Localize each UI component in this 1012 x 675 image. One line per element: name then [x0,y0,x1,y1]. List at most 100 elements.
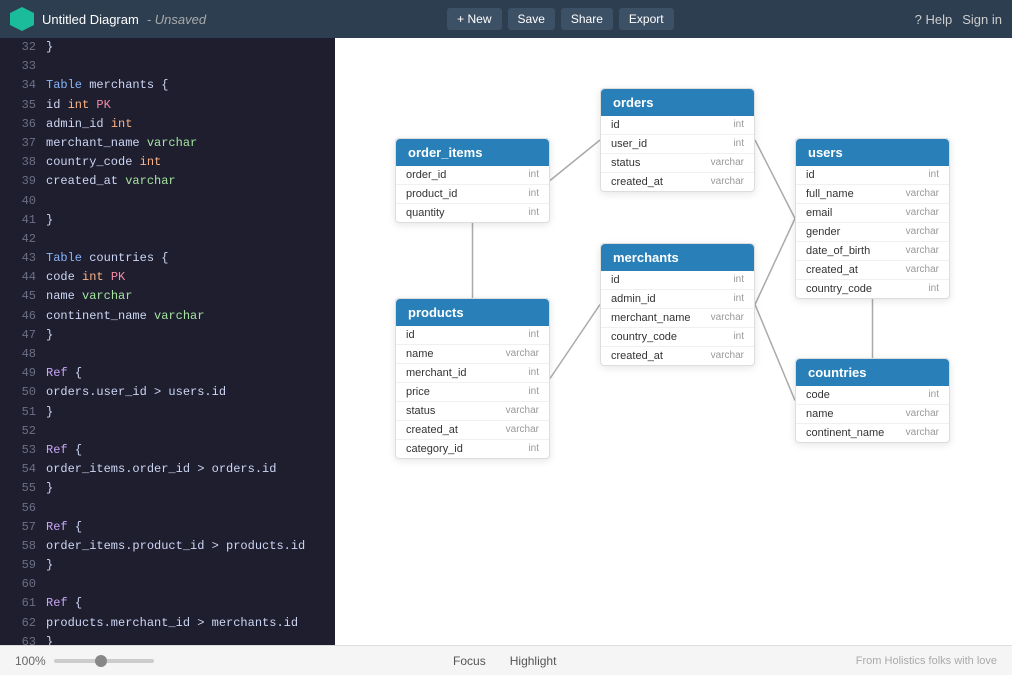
topbar: Untitled Diagram - Unsaved + New Save Sh… [0,0,1012,38]
table-row: continent_name varchar [796,424,949,442]
help-link[interactable]: ? Help [915,12,953,27]
table-header-order_items: order_items [396,139,549,166]
table-orders[interactable]: ordersidintuser_idintstatusvarcharcreate… [600,88,755,192]
share-button[interactable]: Share [561,8,613,30]
field-type: varchar [711,176,744,188]
code-line: 36 admin_id int [0,115,335,134]
table-row: order_idint [396,166,549,185]
table-header-countries: countries [796,359,949,386]
line-number: 52 [8,422,36,441]
table-users[interactable]: usersidintfull_namevarcharemailvarcharge… [795,138,950,299]
line-number: 58 [8,537,36,556]
table-row: statusvarchar [601,154,754,173]
line-number: 61 [8,594,36,613]
code-line: 41} [0,211,335,230]
topbar-actions: + New Save Share Export [214,8,907,30]
line-content: order_items.order_id > orders.id [46,460,276,479]
main-content: 32}3334Table merchants {35 id int PK36 a… [0,38,1012,645]
line-number: 39 [8,172,36,191]
table-row: created_atvarchar [396,421,549,440]
field-type: int [733,331,744,343]
code-line: 44 code int PK [0,268,335,287]
field-type: int [528,169,539,181]
table-countries[interactable]: countriescodeintnamevarcharcontinent_nam… [795,358,950,443]
code-line: 53Ref { [0,441,335,460]
field-name: email [806,207,832,219]
line-number: 57 [8,518,36,537]
field-name: id [806,169,815,181]
line-number: 34 [8,76,36,95]
code-line: 43Table countries { [0,249,335,268]
code-line: 57Ref { [0,518,335,537]
field-type: varchar [906,226,939,238]
code-line: 63} [0,633,335,645]
field-name: date_of_birth [806,245,870,257]
line-number: 53 [8,441,36,460]
line-number: 35 [8,96,36,115]
table-row: gendervarchar [796,223,949,242]
line-content: code int PK [46,268,125,287]
field-name: continent_name [806,427,884,439]
line-content: created_at varchar [46,172,176,191]
line-content: continent_name varchar [46,307,204,326]
highlight-button[interactable]: Highlight [504,652,563,670]
line-number: 51 [8,403,36,422]
table-row: category_idint [396,440,549,458]
field-type: int [528,207,539,219]
line-number: 54 [8,460,36,479]
field-type: int [928,169,939,181]
connector-merchants-countries [755,305,795,401]
line-number: 48 [8,345,36,364]
field-name: created_at [611,176,663,188]
line-number: 56 [8,499,36,518]
table-row: merchant_namevarchar [601,309,754,328]
table-products[interactable]: productsidintnamevarcharmerchant_idintpr… [395,298,550,459]
field-type: varchar [711,312,744,324]
field-type: varchar [906,427,939,439]
code-line: 34Table merchants { [0,76,335,95]
table-row: country_code int [601,328,754,347]
line-number: 55 [8,479,36,498]
field-name: status [611,157,640,169]
new-button[interactable]: + New [447,8,501,30]
line-number: 41 [8,211,36,230]
code-line: 60 [0,575,335,594]
field-name: id [611,274,620,286]
field-name: country_code [611,331,677,343]
connector-order_items-orders [550,140,600,181]
code-line: 61Ref { [0,594,335,613]
code-line: 52 [0,422,335,441]
line-content: merchant_name varchar [46,134,197,153]
field-name: created_at [806,264,858,276]
table-row: admin_idint [601,290,754,309]
save-button[interactable]: Save [508,8,555,30]
export-button[interactable]: Export [619,8,674,30]
field-name: quantity [406,207,445,219]
table-row: created_at varchar [601,173,754,191]
code-line: 59} [0,556,335,575]
field-name: price [406,386,430,398]
field-name: full_name [806,188,854,200]
field-name: name [406,348,434,360]
field-type: varchar [906,245,939,257]
credit-text: From Holistics folks with love [856,655,997,667]
line-number: 36 [8,115,36,134]
field-name: created_at [611,350,663,362]
canvas-panel[interactable]: ordersidintuser_idintstatusvarcharcreate… [335,38,1012,645]
code-line: 50 orders.user_id > users.id [0,383,335,402]
table-row: full_name varchar [796,185,949,204]
code-panel[interactable]: 32}3334Table merchants {35 id int PK36 a… [0,38,335,645]
table-merchants[interactable]: merchantsidintadmin_idintmerchant_nameva… [600,243,755,366]
code-line: 55} [0,479,335,498]
unsaved-indicator: - Unsaved [147,12,206,27]
code-line: 49Ref { [0,364,335,383]
zoom-slider[interactable] [54,659,154,663]
signin-link[interactable]: Sign in [962,12,1002,27]
field-name: name [806,408,834,420]
field-type: varchar [906,188,939,200]
focus-button[interactable]: Focus [447,652,492,670]
field-name: country_code [806,283,872,295]
code-line: 58 order_items.product_id > products.id [0,537,335,556]
table-order_items[interactable]: order_itemsorder_idintproduct_idintquant… [395,138,550,223]
field-type: int [733,274,744,286]
